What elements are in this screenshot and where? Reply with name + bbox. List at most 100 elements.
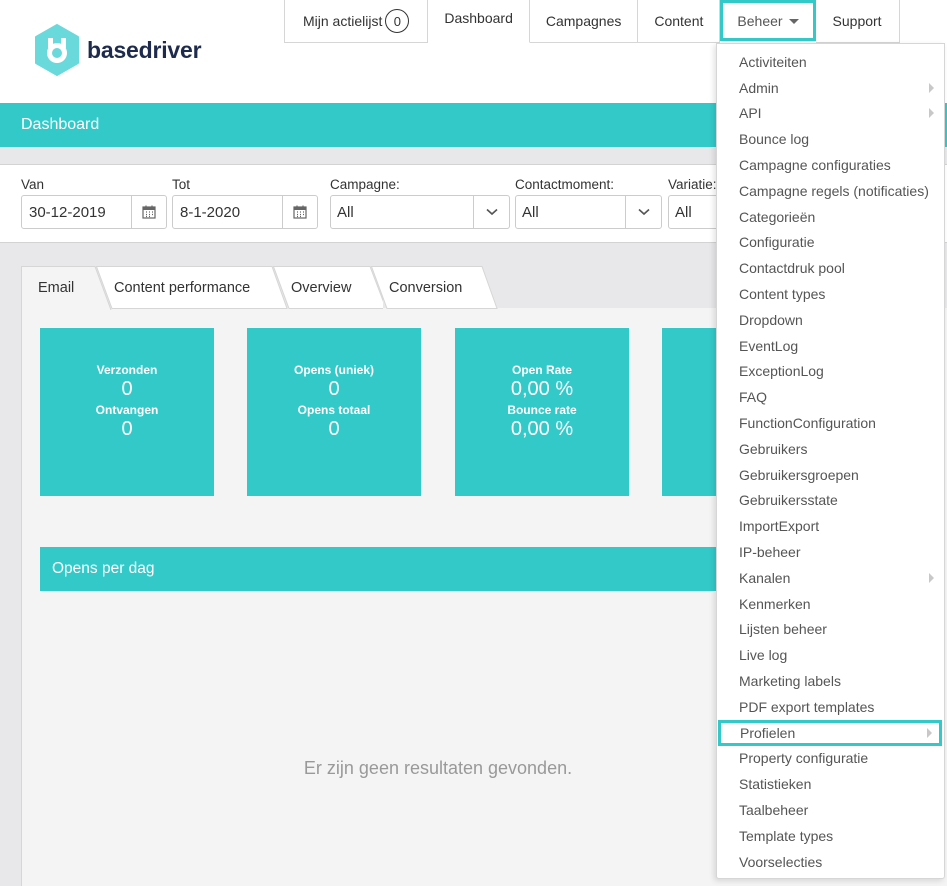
- opens-per-dag-header: Opens per dag: [40, 547, 720, 591]
- campagne-select[interactable]: All: [330, 195, 510, 229]
- menu-item-importexport[interactable]: ImportExport: [717, 513, 944, 539]
- menu-item-statistieken[interactable]: Statistieken: [717, 771, 944, 797]
- menu-item-label: ExceptionLog: [739, 363, 824, 380]
- menu-item-content-types[interactable]: Content types: [717, 281, 944, 307]
- menu-item-kenmerken[interactable]: Kenmerken: [717, 591, 944, 617]
- menu-item-label: Taalbeheer: [739, 802, 809, 819]
- menu-item-label: API: [739, 105, 762, 122]
- menu-item-label: Bounce log: [739, 131, 810, 148]
- menu-item-live-log[interactable]: Live log: [717, 642, 944, 668]
- contactmoment-select[interactable]: All: [515, 195, 662, 229]
- menu-item-exceptionlog[interactable]: ExceptionLog: [717, 359, 944, 385]
- action-count-badge: 0: [385, 9, 410, 33]
- chevron-down-icon[interactable]: [625, 196, 661, 228]
- page-title: Dashboard: [21, 116, 100, 133]
- menu-item-label: Property configuratie: [739, 750, 869, 767]
- campagne-value: All: [337, 203, 354, 221]
- tot-date-value[interactable]: 8-1-2020: [173, 196, 282, 228]
- van-date-value[interactable]: 30-12-2019: [22, 196, 131, 228]
- stat-value: 0: [121, 378, 133, 400]
- menu-item-label: Dropdown: [739, 311, 803, 328]
- nav-support[interactable]: Support: [815, 0, 900, 43]
- menu-item-label: Gebruikersgroepen: [739, 466, 859, 483]
- calendar-icon[interactable]: [131, 196, 166, 228]
- menu-item-label: Campagne regels (notificaties): [739, 182, 929, 199]
- menu-item-categorie-n[interactable]: Categorieën: [717, 204, 944, 230]
- menu-item-api[interactable]: API: [717, 101, 944, 127]
- menu-item-label: Voorselecties: [739, 853, 823, 870]
- menu-item-profielen[interactable]: Profielen: [718, 719, 942, 746]
- menu-item-eventlog[interactable]: EventLog: [717, 333, 944, 359]
- stat-value: 0,00 %: [510, 378, 574, 400]
- nav-content[interactable]: Content: [638, 0, 721, 43]
- menu-item-label: EventLog: [739, 337, 799, 354]
- chevron-down-icon[interactable]: [473, 196, 509, 228]
- menu-item-label: FAQ: [739, 389, 768, 406]
- stat-card-opens: Opens (uniek) 0 Opens totaal 0: [247, 328, 421, 496]
- menu-item-gebruikersgroepen[interactable]: Gebruikersgroepen: [717, 462, 944, 488]
- menu-item-label: Kanalen: [739, 569, 791, 586]
- chevron-right-icon: [929, 572, 934, 583]
- hexagon-robot-icon: [35, 24, 79, 76]
- menu-item-label: FunctionConfiguration: [739, 415, 876, 432]
- tab-label: Content performance: [114, 279, 251, 296]
- menu-item-property-configuratie[interactable]: Property configuratie: [717, 746, 944, 772]
- brand-name: basedriver: [87, 36, 202, 63]
- menu-item-label: Template types: [739, 827, 834, 844]
- menu-item-label: Kenmerken: [739, 595, 811, 612]
- stat-value: 0: [328, 378, 340, 400]
- tot-label: Tot: [172, 177, 191, 192]
- menu-item-label: IP-beheer: [739, 544, 801, 561]
- contactmoment-value: All: [522, 203, 539, 221]
- menu-item-campagne-regels-notificaties[interactable]: Campagne regels (notificaties): [717, 178, 944, 204]
- brand-logo[interactable]: basedriver: [33, 24, 202, 76]
- tab-label: Email: [38, 279, 75, 296]
- chevron-right-icon: [929, 82, 934, 93]
- nav-dashboard[interactable]: Dashboard: [428, 0, 530, 43]
- menu-item-activiteiten[interactable]: Activiteiten: [717, 49, 944, 75]
- menu-item-lijsten-beheer[interactable]: Lijsten beheer: [717, 617, 944, 643]
- menu-item-admin[interactable]: Admin: [717, 75, 944, 101]
- menu-item-dropdown[interactable]: Dropdown: [717, 307, 944, 333]
- menu-item-label: Campagne configuraties: [739, 157, 891, 174]
- van-date-field[interactable]: 30-12-2019: [21, 195, 167, 229]
- menu-item-marketing-labels[interactable]: Marketing labels: [717, 668, 944, 694]
- menu-item-label: Admin: [739, 79, 779, 96]
- nav-label: Content: [654, 13, 704, 29]
- menu-item-gebruikersstate[interactable]: Gebruikersstate: [717, 488, 944, 514]
- menu-item-label: Gebruikersstate: [739, 492, 838, 509]
- tab-content-performance[interactable]: Content performance: [96, 266, 296, 309]
- menu-item-functionconfiguration[interactable]: FunctionConfiguration: [717, 410, 944, 436]
- stat-card-verzonden: Verzonden 0 Ontvangen 0: [40, 328, 214, 496]
- menu-item-bounce-log[interactable]: Bounce log: [717, 126, 944, 152]
- nav-label: Mijn actielijst: [303, 13, 383, 29]
- nav-campagnes[interactable]: Campagnes: [529, 0, 639, 43]
- tab-label: Overview: [291, 279, 352, 296]
- beheer-dropdown-menu: Activiteiten Admin API Bounce log Campagne c…: [716, 43, 945, 879]
- menu-item-template-types[interactable]: Template types: [717, 823, 944, 849]
- menu-item-campagne-configuraties[interactable]: Campagne configuraties: [717, 152, 944, 178]
- nav-mijn-actielijst[interactable]: Mijn actielijst 0: [284, 0, 429, 43]
- menu-item-faq[interactable]: FAQ: [717, 384, 944, 410]
- menu-item-ip-beheer[interactable]: IP-beheer: [717, 539, 944, 565]
- menu-item-label: Profielen: [740, 724, 796, 741]
- tab-conversion[interactable]: Conversion: [371, 266, 501, 309]
- stat-label: Ontvangen: [95, 403, 159, 417]
- menu-item-pdf-export-templates[interactable]: PDF export templates: [717, 694, 944, 720]
- menu-item-voorselecties[interactable]: Voorselecties: [717, 849, 944, 875]
- menu-item-configuratie[interactable]: Configuratie: [717, 230, 944, 256]
- filter-campagne: Campagne: All: [330, 177, 510, 229]
- menu-item-label: Live log: [739, 647, 788, 664]
- menu-item-kanalen[interactable]: Kanalen: [717, 565, 944, 591]
- tot-date-field[interactable]: 8-1-2020: [172, 195, 318, 229]
- calendar-icon[interactable]: [282, 196, 317, 228]
- nav-beheer[interactable]: Beheer: [720, 0, 816, 41]
- filter-tot: Tot 8-1-2020: [172, 177, 318, 229]
- tab-overview[interactable]: Overview: [273, 266, 383, 309]
- nav-label: Dashboard: [444, 10, 513, 26]
- nav-label: Beheer: [737, 12, 783, 29]
- menu-item-gebruikers[interactable]: Gebruikers: [717, 436, 944, 462]
- menu-item-taalbeheer[interactable]: Taalbeheer: [717, 797, 944, 823]
- stat-value: 0: [121, 418, 133, 440]
- menu-item-contactdruk-pool[interactable]: Contactdruk pool: [717, 255, 944, 281]
